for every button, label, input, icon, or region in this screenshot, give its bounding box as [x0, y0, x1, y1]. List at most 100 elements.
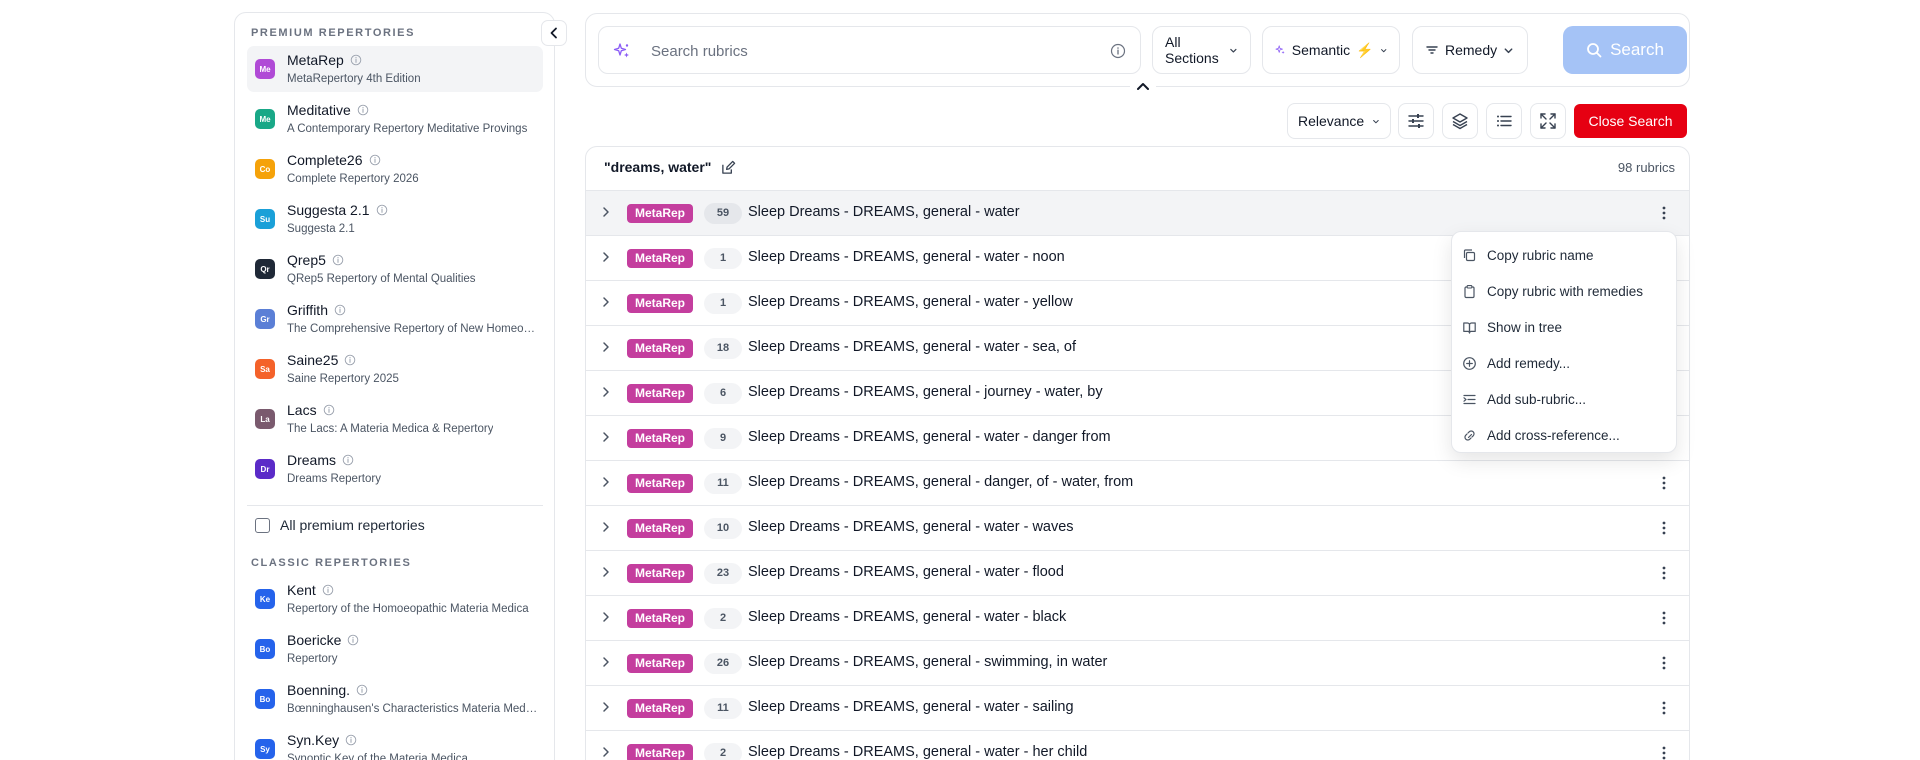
chevron-right-icon[interactable] — [599, 385, 613, 399]
table-row[interactable]: MetaRep 2 Sleep Dreams - DREAMS, general -… — [586, 730, 1689, 760]
list-view-button[interactable] — [1486, 103, 1522, 139]
sidebar-item-boericke[interactable]: Bo Boericke Repertory — [247, 626, 543, 672]
table-row[interactable]: MetaRep 23 Sleep Dreams - DREAMS, general … — [586, 550, 1689, 595]
chevron-right-icon[interactable] — [599, 745, 613, 759]
info-icon[interactable] — [347, 634, 359, 646]
more-vertical-icon — [1662, 611, 1666, 625]
menu-item-add-cross-reference[interactable]: Add cross-reference... — [1462, 420, 1620, 450]
sidebar-item-lacs[interactable]: La Lacs The Lacs: A Materia Medica & Reper… — [247, 396, 543, 442]
chevron-right-icon[interactable] — [599, 295, 613, 309]
chevron-right-icon[interactable] — [599, 205, 613, 219]
collapse-sidebar-button[interactable] — [541, 20, 567, 46]
filter-icon — [1426, 46, 1438, 54]
row-menu-button[interactable] — [1654, 203, 1674, 223]
row-menu-button[interactable] — [1654, 743, 1674, 760]
expand-icon — [1540, 113, 1556, 129]
chevron-down-icon — [1380, 48, 1386, 52]
row-menu-button[interactable] — [1654, 698, 1674, 718]
info-icon[interactable] — [334, 304, 346, 316]
close-search-button[interactable]: Close Search — [1574, 104, 1687, 138]
sidebar-item-boenning[interactable]: Bo Boenning. Bœnninghausen's Characteristi… — [247, 676, 543, 722]
row-menu-button[interactable] — [1654, 608, 1674, 628]
table-row[interactable]: MetaRep 2 Sleep Dreams - DREAMS, general -… — [586, 595, 1689, 640]
fullscreen-button[interactable] — [1530, 103, 1566, 139]
repertory-name: Meditative — [287, 102, 369, 118]
repertory-name-text: Boenning. — [287, 682, 351, 698]
layers-button[interactable] — [1442, 103, 1478, 139]
edit-icon[interactable] — [721, 160, 736, 175]
source-badge: MetaRep — [627, 609, 694, 628]
repertory-subtitle: The Comprehensive Repertory of New Homeo… — [287, 323, 539, 335]
info-icon[interactable] — [345, 734, 357, 746]
table-row[interactable]: MetaRep 10 Sleep Dreams - DREAMS, general … — [586, 505, 1689, 550]
menu-item-add-sub-rubric[interactable]: Add sub-rubric... — [1462, 384, 1586, 414]
info-icon[interactable] — [369, 154, 381, 166]
info-icon[interactable] — [342, 454, 354, 466]
chevron-right-icon[interactable] — [599, 610, 613, 624]
sidebar-item-syn-key[interactable]: Sy Syn.Key Synoptic Key of the Materia Med… — [247, 726, 543, 760]
sort-dropdown[interactable]: Relevance — [1287, 103, 1391, 139]
table-row[interactable]: MetaRep 11 Sleep Dreams - DREAMS, general … — [586, 685, 1689, 730]
search-box[interactable] — [598, 26, 1141, 74]
chevron-right-icon[interactable] — [599, 700, 613, 714]
more-vertical-icon — [1662, 566, 1666, 580]
search-button[interactable]: Search — [1563, 26, 1687, 74]
table-row[interactable]: MetaRep 59 Sleep Dreams - DREAMS, general … — [586, 190, 1689, 235]
info-icon[interactable] — [322, 584, 334, 596]
menu-item-copy-rubric-name[interactable]: Copy rubric name — [1462, 240, 1594, 270]
all-premium-checkbox-row[interactable]: All premium repertories — [255, 517, 425, 533]
sidebar-item-complete26[interactable]: Co Complete26 Complete Repertory 2026 — [247, 146, 543, 192]
query-text: "dreams, water" — [604, 159, 712, 175]
all-premium-checkbox[interactable] — [255, 517, 270, 533]
repertory-subtitle: MetaRepertory 4th Edition — [287, 73, 421, 85]
more-vertical-icon — [1662, 656, 1666, 670]
row-menu-button[interactable] — [1654, 518, 1674, 538]
menu-item-add-remedy[interactable]: Add remedy... — [1462, 348, 1570, 378]
info-icon[interactable] — [332, 254, 344, 266]
info-icon[interactable] — [344, 354, 356, 366]
info-icon[interactable] — [376, 204, 388, 216]
chevron-right-icon[interactable] — [599, 250, 613, 264]
chevron-right-icon[interactable] — [599, 520, 613, 534]
table-row[interactable]: MetaRep 11 Sleep Dreams - DREAMS, general … — [586, 460, 1689, 505]
sidebar-item-suggesta-2-1[interactable]: Su Suggesta 2.1 Suggesta 2.1 — [247, 196, 543, 242]
row-menu-button[interactable] — [1654, 653, 1674, 673]
remedy-filter-dropdown[interactable]: Remedy — [1412, 26, 1528, 74]
chevron-right-icon[interactable] — [599, 340, 613, 354]
collapse-search-panel-button[interactable] — [1130, 76, 1156, 96]
sidebar-item-qrep5[interactable]: Qr Qrep5 QRep5 Repertory of Mental Qualiti… — [247, 246, 543, 292]
row-menu-button[interactable] — [1654, 473, 1674, 493]
info-icon[interactable] — [350, 54, 362, 66]
sidebar-item-griffith[interactable]: Gr Griffith The Comprehensive Repertory of… — [247, 296, 543, 342]
repertory-name-text: Syn.Key — [287, 732, 340, 748]
row-menu-button[interactable] — [1654, 563, 1674, 583]
sidebar-item-kent[interactable]: Ke Kent Repertory of the Homoeopathic Mate… — [247, 576, 543, 622]
info-icon[interactable] — [356, 684, 368, 696]
sections-dropdown[interactable]: All Sections — [1152, 26, 1251, 74]
info-icon[interactable] — [357, 104, 369, 116]
repertory-sidebar: PREMIUM REPERTORIES Me MetaRep MetaReperto… — [234, 12, 555, 760]
search-icon — [1587, 43, 1602, 58]
chevron-right-icon[interactable] — [599, 430, 613, 444]
chevron-up-icon — [1137, 83, 1149, 90]
chevron-right-icon[interactable] — [599, 475, 613, 489]
menu-item-label: Add sub-rubric... — [1487, 391, 1587, 407]
filter-settings-button[interactable] — [1398, 103, 1434, 139]
sidebar-item-meditative[interactable]: Me Meditative A Contemporary Repertory Med… — [247, 96, 543, 142]
source-badge: MetaRep — [627, 519, 694, 538]
sections-dropdown-label: All Sections — [1165, 34, 1219, 66]
info-icon[interactable] — [1110, 43, 1126, 59]
repertory-badge: Bo — [255, 639, 275, 659]
sidebar-item-dreams[interactable]: Dr Dreams Dreams Repertory — [247, 446, 543, 492]
sidebar-item-saine25[interactable]: Sa Saine25 Saine Repertory 2025 — [247, 346, 543, 392]
chevron-right-icon[interactable] — [599, 565, 613, 579]
sidebar-item-metarep[interactable]: Me MetaRep MetaRepertory 4th Edition — [247, 46, 543, 92]
chevron-right-icon[interactable] — [599, 655, 613, 669]
search-input[interactable] — [651, 39, 1081, 63]
menu-item-show-in-tree[interactable]: Show in tree — [1462, 312, 1562, 342]
table-row[interactable]: MetaRep 26 Sleep Dreams - DREAMS, general … — [586, 640, 1689, 685]
search-mode-dropdown[interactable]: Semantic ⚡ — [1262, 26, 1400, 74]
repertory-subtitle: Complete Repertory 2026 — [287, 173, 419, 185]
info-icon[interactable] — [323, 404, 335, 416]
menu-item-copy-rubric-with-remedies[interactable]: Copy rubric with remedies — [1462, 276, 1643, 306]
